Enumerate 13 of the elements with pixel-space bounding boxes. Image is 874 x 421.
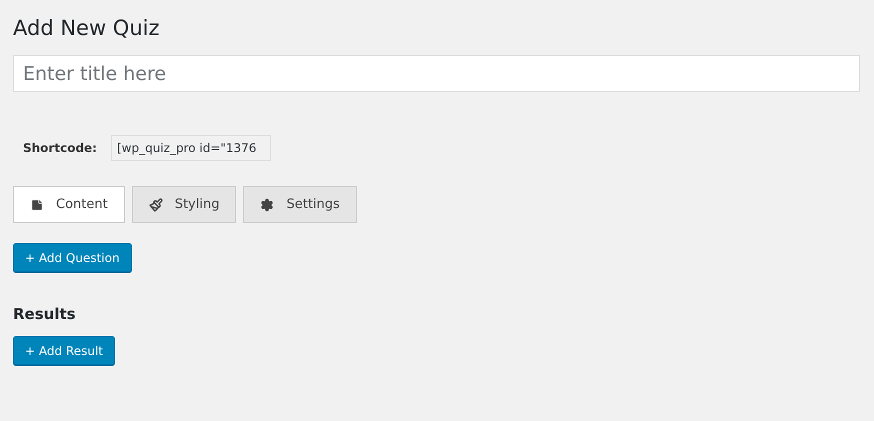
add-result-button[interactable]: + Add Result xyxy=(13,336,115,365)
tab[interactable]: Styling xyxy=(132,186,236,223)
results-heading: Results xyxy=(13,305,77,323)
add-question-button[interactable]: + Add Question xyxy=(13,243,132,272)
shortcode-label: Shortcode: xyxy=(23,141,97,155)
title-field[interactable]: Enter title here xyxy=(13,55,860,92)
tab[interactable]: Content xyxy=(13,186,125,223)
note-icon xyxy=(30,198,44,212)
page-title: Add New Quiz xyxy=(13,15,161,42)
tab[interactable]: Settings xyxy=(243,186,357,223)
settings-icon xyxy=(260,198,274,212)
brush-icon xyxy=(148,198,163,212)
shortcode-field[interactable]: [wp_quiz_pro id="1376 xyxy=(110,135,271,161)
